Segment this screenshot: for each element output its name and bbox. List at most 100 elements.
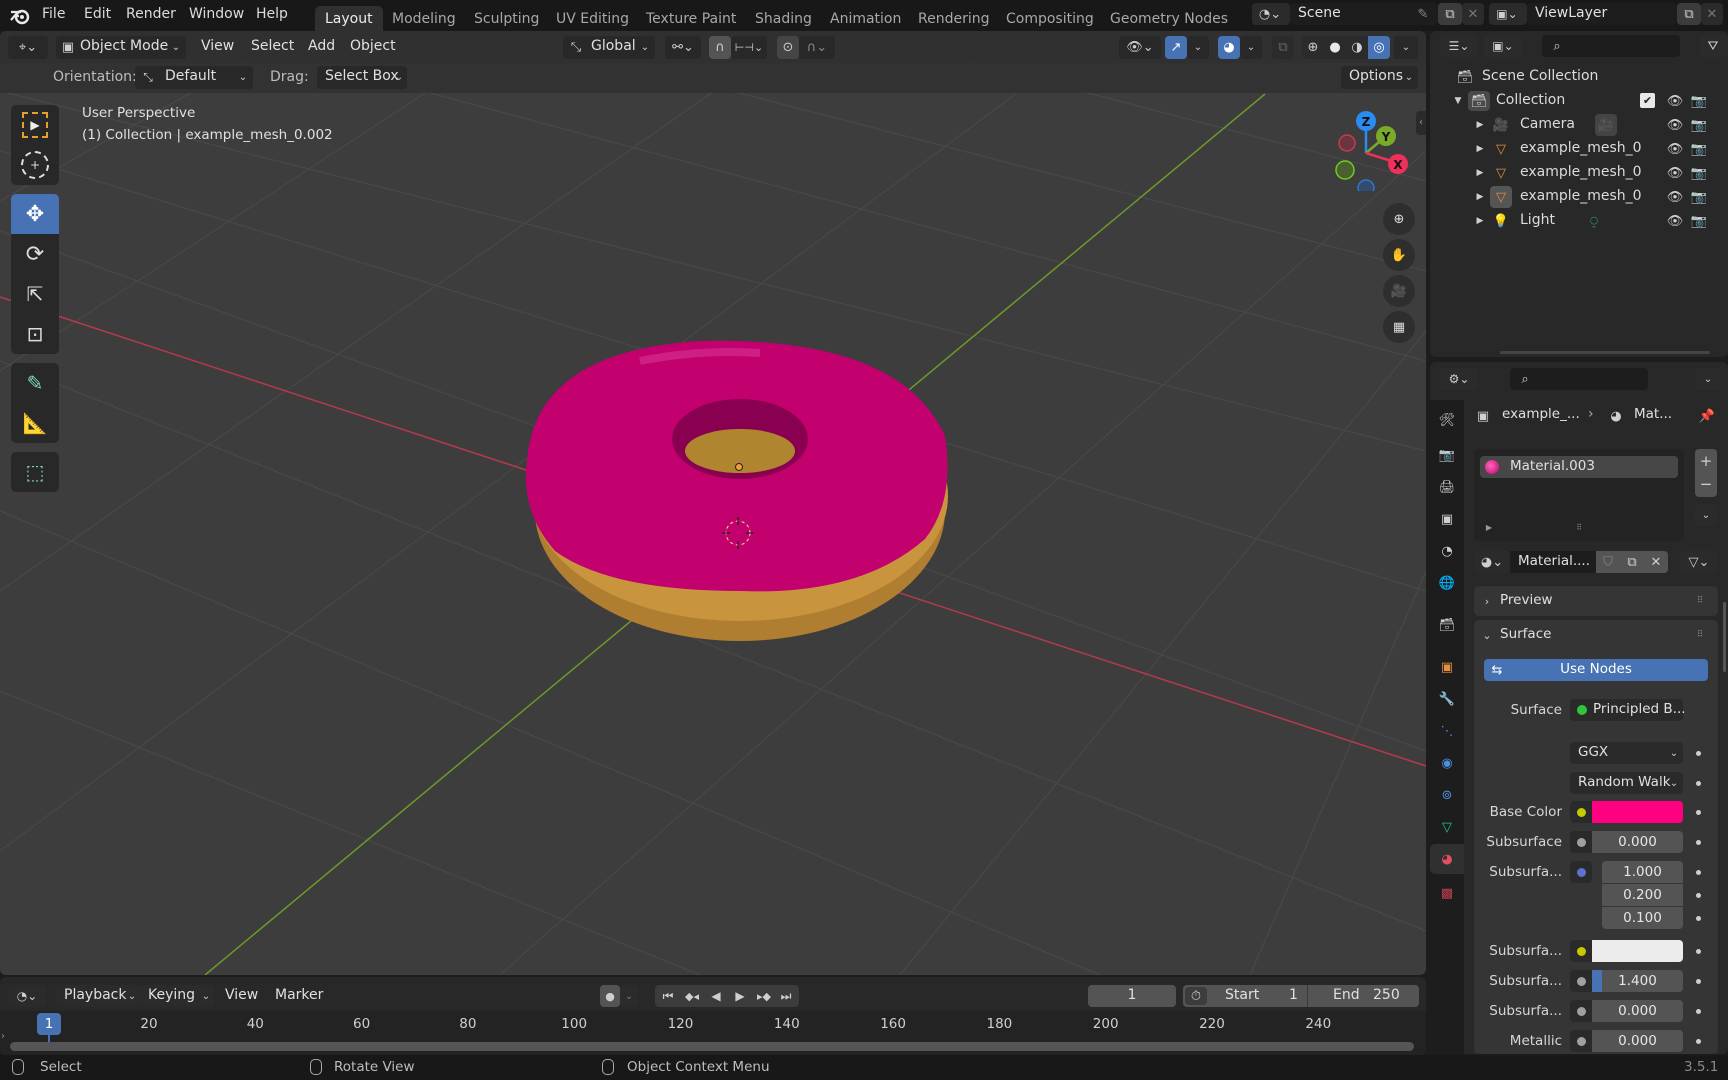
base-color-swatch[interactable]	[1592, 801, 1683, 823]
pivot-point-dropdown[interactable]: ⚯⌄	[665, 36, 701, 59]
keyframe-dot[interactable]	[1696, 810, 1701, 815]
tool-rotate[interactable]: ⟳	[11, 234, 59, 274]
subsurface-anisotropy-field[interactable]: 0.000	[1592, 1000, 1683, 1022]
material-preview-icon[interactable]: ◑	[1346, 38, 1368, 56]
jump-start-icon[interactable]: ⏮	[657, 987, 679, 1005]
tab-collection[interactable]: 🗃	[1430, 610, 1464, 640]
metallic-socket[interactable]	[1570, 1030, 1592, 1052]
tab-physics[interactable]: ◉	[1430, 748, 1464, 778]
visibility-eye-icon[interactable]: 👁	[1666, 188, 1684, 206]
outliner-row-scene-collection[interactable]: 🗃 Scene Collection	[1430, 65, 1728, 89]
tool-measure[interactable]: 📐	[11, 403, 59, 443]
expand-arrow-icon[interactable]: ▶	[1474, 118, 1486, 132]
snap-toggle[interactable]: ∩	[709, 36, 731, 59]
tab-texture-paint[interactable]: Texture Paint	[636, 6, 746, 32]
visibility-eye-icon[interactable]: 👁	[1666, 164, 1684, 182]
keyframe-dot[interactable]	[1696, 840, 1701, 845]
timeline-editor-type[interactable]: ◔⌄	[8, 985, 46, 1007]
subsurface-field[interactable]: 0.000	[1592, 831, 1683, 853]
delete-view-layer-button[interactable]: ✕	[1701, 3, 1723, 25]
outliner-row-mesh[interactable]: ▶ ▽ example_mesh_0 👁 📷	[1430, 161, 1728, 185]
tab-particles[interactable]: ⋱	[1430, 716, 1464, 746]
transform-orientation-dropdown[interactable]: ⤡ Global ⌄	[563, 36, 655, 59]
play-reverse-icon[interactable]: ◀	[705, 987, 727, 1005]
tool-move[interactable]: ✥	[11, 194, 59, 234]
current-frame-field[interactable]: 1	[1088, 985, 1176, 1007]
delete-scene-button[interactable]: ✕	[1462, 3, 1484, 25]
drag-handle-icon[interactable]: ⠿	[1692, 592, 1708, 610]
keyframe-dot[interactable]	[1696, 979, 1701, 984]
keyframe-dot[interactable]	[1696, 916, 1701, 921]
scene-name-field[interactable]: Scene ✎	[1290, 3, 1438, 25]
tool-annotate[interactable]: ✎	[11, 363, 59, 403]
editor-type-button[interactable]: ⌖⌄	[8, 36, 48, 59]
prev-keyframe-icon[interactable]: ◆◂	[681, 987, 703, 1005]
auto-keying-toggle[interactable]: ●	[600, 985, 620, 1007]
use-nodes-button[interactable]: ⇆ Use Nodes	[1484, 659, 1708, 681]
tool-scale[interactable]: ⇱	[11, 274, 59, 314]
3d-viewport[interactable]: ⌖⌄ ▣ Object Mode ⌄ View Select Add Objec…	[0, 31, 1426, 975]
tool-cursor[interactable]: +	[11, 145, 59, 185]
properties-options-dropdown[interactable]: ⌄	[1696, 368, 1720, 390]
unlink-material-icon[interactable]: ✕	[1646, 553, 1666, 571]
render-camera-icon[interactable]: 📷	[1690, 140, 1708, 158]
filter-button[interactable]: ⛛	[1700, 35, 1728, 57]
visibility-eye-icon[interactable]: 👁	[1666, 92, 1684, 110]
expand-arrow-icon[interactable]: ▶	[1474, 190, 1486, 204]
duplicate-material-icon[interactable]: ⧉	[1622, 553, 1642, 571]
jump-end-icon[interactable]: ⏭	[775, 987, 797, 1005]
remove-slot-button[interactable]: −	[1695, 474, 1717, 494]
light-data-icon[interactable]: ⍜	[1585, 212, 1603, 230]
visibility-eye-icon[interactable]: 👁	[1666, 140, 1684, 158]
menu-view[interactable]: View	[201, 38, 234, 54]
material-name-field[interactable]: Material....	[1510, 551, 1596, 573]
outliner-search-input[interactable]: ⌕	[1542, 35, 1680, 57]
subsurface-socket[interactable]	[1570, 831, 1592, 853]
tab-texture[interactable]: ▩	[1430, 878, 1464, 908]
display-mode-dropdown[interactable]: ▣⌄	[1484, 35, 1522, 57]
render-camera-icon[interactable]: 📷	[1690, 212, 1708, 230]
material-browse-button[interactable]: ◕⌄	[1474, 551, 1510, 573]
stopwatch-icon[interactable]: ⏱	[1185, 987, 1207, 1005]
properties-editor-type[interactable]: ⚙⌄	[1440, 368, 1478, 390]
keyframe-dot[interactable]	[1696, 949, 1701, 954]
subsurface-radius-x-field[interactable]: 1.000	[1602, 861, 1683, 883]
outliner-row-collection[interactable]: ▼ 🗃 Collection ✔ 👁 📷	[1430, 89, 1728, 113]
subsurface-anisotropy-socket[interactable]	[1570, 1000, 1592, 1022]
next-keyframe-icon[interactable]: ▸◆	[753, 987, 775, 1005]
visibility-eye-icon[interactable]: 👁	[1666, 212, 1684, 230]
material-slot-item[interactable]: Material.003	[1480, 456, 1678, 478]
tab-animation[interactable]: Animation	[820, 6, 911, 32]
tab-compositing[interactable]: Compositing	[996, 6, 1104, 32]
menu-add[interactable]: Add	[308, 38, 335, 54]
menu-edit[interactable]: Edit	[84, 6, 111, 22]
navigation-gizmo[interactable]: Z Y X	[1320, 101, 1420, 191]
keyframe-dot[interactable]	[1696, 751, 1701, 756]
tab-shading[interactable]: Shading	[745, 6, 822, 32]
tab-rendering[interactable]: Rendering	[908, 6, 1000, 32]
menu-help[interactable]: Help	[256, 6, 288, 22]
wireframe-shading-icon[interactable]: ⊕	[1302, 38, 1324, 56]
surface-panel-title[interactable]: Surface	[1500, 626, 1551, 642]
playback-dropdown[interactable]: Playback ⌄	[56, 985, 140, 1007]
render-camera-icon[interactable]: 📷	[1690, 164, 1708, 182]
render-camera-icon[interactable]: 📷	[1690, 116, 1708, 134]
menu-render[interactable]: Render	[126, 6, 176, 22]
tab-render[interactable]: 📷	[1430, 440, 1464, 470]
pin-icon[interactable]: 📌	[1698, 407, 1716, 425]
proportional-edit-toggle[interactable]: ⊙	[777, 36, 799, 59]
subsurface-color-socket[interactable]	[1570, 940, 1592, 962]
subsurface-color-swatch[interactable]	[1592, 940, 1683, 962]
material-link-dropdown[interactable]: ▽⌄	[1680, 551, 1718, 573]
keyframe-dot[interactable]	[1696, 781, 1701, 786]
tool-add-cube[interactable]: ⬚	[11, 452, 59, 492]
render-camera-icon[interactable]: 📷	[1690, 92, 1708, 110]
keyframe-dot[interactable]	[1696, 1009, 1701, 1014]
shading-dropdown[interactable]: ⌄	[1394, 36, 1418, 59]
keyframe-dot[interactable]	[1696, 870, 1701, 875]
pin-icon[interactable]: ✎	[1414, 5, 1432, 23]
drag-dropdown[interactable]: Select Box ⌄	[317, 66, 407, 89]
tab-object[interactable]: ▣	[1430, 652, 1464, 682]
falloff-dropdown[interactable]: ∩⌄	[799, 36, 835, 59]
menu-select[interactable]: Select	[251, 38, 294, 54]
